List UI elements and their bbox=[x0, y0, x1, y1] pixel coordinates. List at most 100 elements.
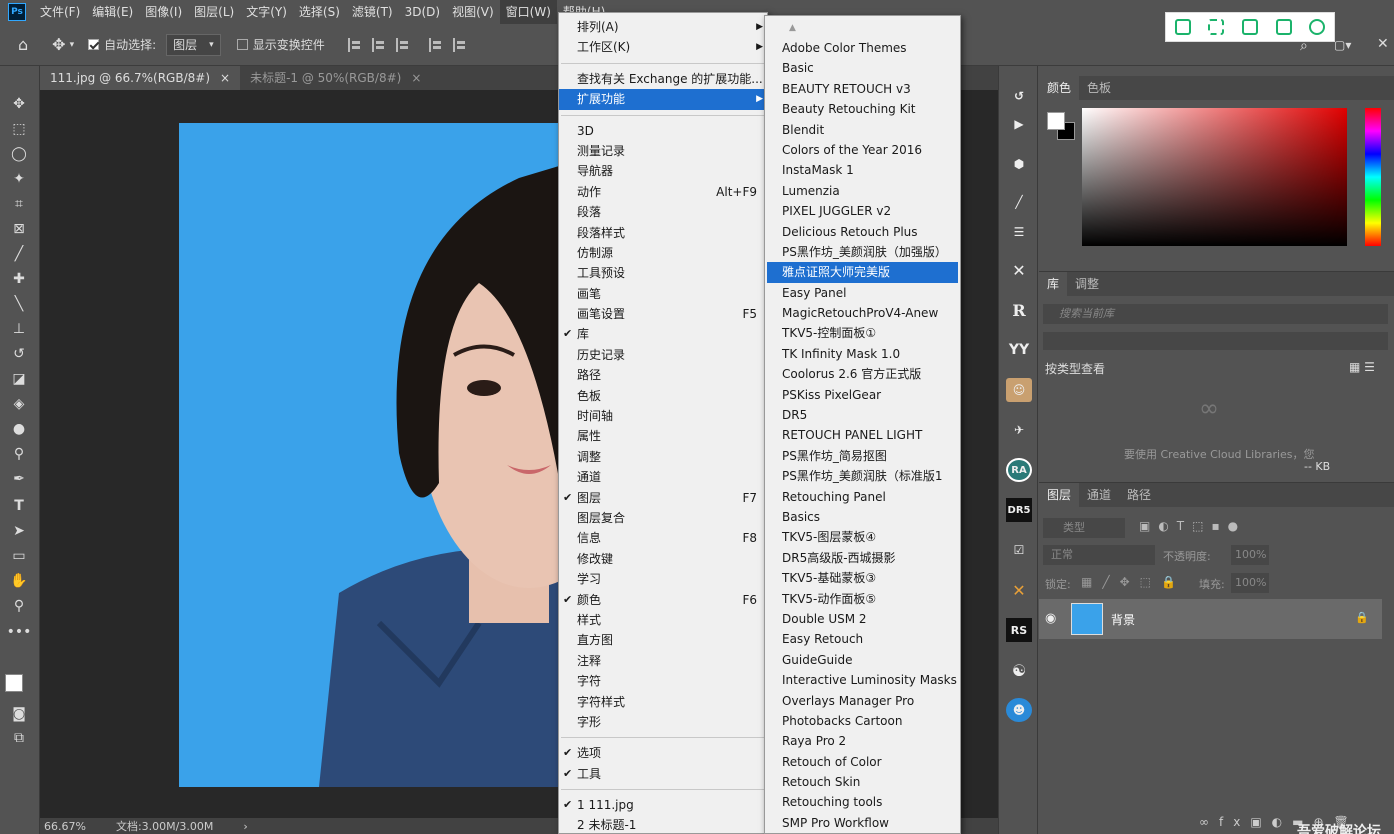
view-by-type[interactable]: 按类型查看 bbox=[1045, 360, 1105, 377]
extension-menu-item[interactable]: Basic bbox=[765, 58, 960, 78]
menu-item-window-panel[interactable]: 工具预设 bbox=[559, 263, 767, 283]
menu-item-window-panel[interactable]: 段落 bbox=[559, 202, 767, 222]
extension-menu-item[interactable]: Interactive Luminosity Masks bbox=[765, 670, 960, 690]
type-tool-icon[interactable]: T bbox=[8, 496, 30, 516]
sliders-icon[interactable]: ☰ bbox=[1006, 220, 1032, 244]
dr5-extension-icon[interactable]: DR5 bbox=[1006, 498, 1032, 522]
extension-menu-item[interactable]: TKV5-动作面板⑤ bbox=[765, 589, 960, 609]
menu-edit[interactable]: 编辑(E) bbox=[86, 0, 139, 24]
window-close-icon[interactable]: ✕ bbox=[1377, 36, 1389, 52]
tab-111-jpg[interactable]: 111.jpg @ 66.7%(RGB/8#) × bbox=[40, 66, 241, 90]
menu-item-window-panel[interactable]: 画笔 bbox=[559, 284, 767, 304]
align-right-icon[interactable] bbox=[395, 37, 410, 52]
show-transform-checkbox[interactable]: 显示变换控件 bbox=[236, 34, 325, 56]
orange-cross-icon[interactable]: ✕ bbox=[1006, 578, 1032, 602]
extension-menu-item[interactable]: DR5 bbox=[765, 405, 960, 425]
close-icon[interactable]: × bbox=[220, 66, 230, 90]
library-search-input[interactable]: 搜索当前库 bbox=[1043, 304, 1388, 324]
chevron-right-icon[interactable]: › bbox=[243, 820, 247, 833]
menu-item-extensions[interactable]: 扩展功能 ▶ bbox=[559, 89, 767, 110]
yy-icon[interactable]: YY bbox=[1006, 338, 1032, 362]
menu-layer[interactable]: 图层(L) bbox=[188, 0, 240, 24]
cube-icon[interactable]: ⬢ bbox=[1006, 152, 1032, 176]
move-tool-icon[interactable]: ✥ bbox=[8, 94, 30, 114]
menu-item-tools[interactable]: ✔ 工具 bbox=[559, 764, 767, 784]
align-top-icon[interactable] bbox=[428, 37, 443, 52]
extension-menu-item[interactable]: PIXEL JUGGLER v2 bbox=[765, 201, 960, 221]
brush-settings-icon[interactable]: ╱ bbox=[1006, 190, 1032, 214]
layer-filter-icons[interactable]: ▣◐T⬚▪● bbox=[1139, 519, 1246, 533]
extension-menu-item[interactable]: Beauty Retouching Kit bbox=[765, 99, 960, 119]
align-middle-icon[interactable] bbox=[452, 37, 467, 52]
paint-bucket-icon[interactable]: ◈ bbox=[8, 394, 30, 414]
extension-menu-item[interactable]: Adobe Color Themes bbox=[765, 38, 960, 58]
extension-menu-item[interactable]: 雅点证照大师完美版 bbox=[767, 262, 958, 283]
path-select-icon[interactable]: ➤ bbox=[8, 521, 30, 541]
stamp-tool-icon[interactable]: ⊥ bbox=[8, 319, 30, 339]
menu-item-window-panel[interactable]: 注释 bbox=[559, 651, 767, 671]
tab-layers[interactable]: 图层 bbox=[1039, 483, 1080, 507]
menu-filter[interactable]: 滤镜(T) bbox=[346, 0, 399, 24]
extension-menu-item[interactable]: Retouch Skin bbox=[765, 772, 960, 792]
zoom-tool-icon[interactable]: ⚲ bbox=[8, 596, 30, 616]
extension-menu-item[interactable]: MagicRetouchProV4-Anew bbox=[765, 303, 960, 323]
move-tool-icon[interactable]: ✥ ▾ bbox=[52, 34, 74, 56]
menu-item-window-panel[interactable]: 信息 F8 bbox=[559, 528, 767, 548]
library-select[interactable] bbox=[1043, 332, 1388, 350]
extension-menu-item[interactable]: DR5高级版-西城摄影 bbox=[765, 548, 960, 568]
phone-icon[interactable] bbox=[1174, 19, 1191, 35]
fill-input[interactable]: 100% bbox=[1231, 573, 1269, 593]
gear-icon[interactable] bbox=[1309, 19, 1326, 35]
extension-menu-item[interactable]: Overlays Manager Pro bbox=[765, 691, 960, 711]
home-icon[interactable]: ⌂ bbox=[18, 34, 28, 56]
menu-item-window-panel[interactable]: 3D bbox=[559, 121, 767, 141]
marquee-tool-icon[interactable]: ⬚ bbox=[8, 119, 30, 139]
history-brush-icon[interactable]: ↺ bbox=[8, 344, 30, 364]
healing-brush-icon[interactable]: ✚ bbox=[8, 269, 30, 289]
tab-untitled-1[interactable]: 未标题-1 @ 50%(RGB/8#) × bbox=[240, 66, 432, 90]
menu-item-options[interactable]: ✔ 选项 bbox=[559, 743, 767, 763]
more-tools-icon[interactable]: ••• bbox=[7, 622, 32, 642]
menu-file[interactable]: 文件(F) bbox=[34, 0, 86, 24]
extension-menu-item[interactable]: SMP Pro Workflow bbox=[765, 813, 960, 833]
share-icon[interactable] bbox=[1275, 19, 1292, 35]
menu-item-window-panel[interactable]: ✔ 库 bbox=[559, 324, 767, 344]
layer-kind-filter[interactable]: 类型 bbox=[1043, 518, 1125, 538]
frame-tool-icon[interactable]: ⊠ bbox=[8, 219, 30, 239]
close-icon[interactable]: × bbox=[411, 66, 421, 90]
extension-menu-item[interactable]: TKV5-图层蒙板④ bbox=[765, 527, 960, 547]
menu-item-find-extensions[interactable]: 查找有关 Exchange 的扩展功能... bbox=[559, 69, 767, 89]
menu-select[interactable]: 选择(S) bbox=[293, 0, 346, 24]
menu-3d[interactable]: 3D(D) bbox=[399, 0, 446, 24]
menu-item-workspace[interactable]: 工作区(K) ▶ bbox=[559, 37, 767, 57]
menu-item-window-panel[interactable]: 导航器 bbox=[559, 161, 767, 181]
face-extension-icon[interactable]: ☻ bbox=[1006, 698, 1032, 722]
menu-item-window-panel[interactable]: 历史记录 bbox=[559, 345, 767, 365]
eyedropper-icon[interactable]: ╱ bbox=[8, 244, 30, 264]
fullscreen-icon[interactable] bbox=[1208, 19, 1225, 35]
menu-item-window-panel[interactable]: 画笔设置 F5 bbox=[559, 304, 767, 324]
extension-menu-item[interactable]: Retouching Panel bbox=[765, 487, 960, 507]
save-icon[interactable] bbox=[1241, 19, 1258, 35]
brush-tool-icon[interactable]: ╲ bbox=[8, 294, 30, 314]
layer-name[interactable]: 背景 bbox=[1111, 611, 1135, 628]
eraser-tool-icon[interactable]: ◪ bbox=[8, 369, 30, 389]
extension-menu-item[interactable]: PS黑作坊_简易抠图 bbox=[765, 446, 960, 466]
extension-menu-item[interactable]: TKV5-基础蒙板③ bbox=[765, 568, 960, 588]
menu-item-window-panel[interactable]: 字符 bbox=[559, 671, 767, 691]
layer-row-background[interactable]: ◉ 背景 🔒 bbox=[1039, 599, 1382, 639]
color-field[interactable] bbox=[1082, 108, 1347, 246]
tab-libraries[interactable]: 库 bbox=[1039, 272, 1068, 296]
menu-window[interactable]: 窗口(W) bbox=[499, 0, 557, 24]
blend-mode-select[interactable]: 正常 bbox=[1043, 545, 1155, 565]
crop-tool-icon[interactable]: ⌗ bbox=[8, 194, 30, 214]
menu-image[interactable]: 图像(I) bbox=[139, 0, 188, 24]
screen-mode-icon[interactable]: ⧉ bbox=[8, 728, 30, 748]
extension-menu-item[interactable]: Easy Panel bbox=[765, 283, 960, 303]
dodge-tool-icon[interactable]: ⚲ bbox=[8, 444, 30, 464]
rs-extension-icon[interactable]: RS bbox=[1006, 618, 1032, 642]
yin-yang-icon[interactable]: ☯ bbox=[1006, 658, 1032, 682]
menu-item-window-panel[interactable]: 字形 bbox=[559, 712, 767, 732]
menu-item-window-panel[interactable]: 测量记录 bbox=[559, 141, 767, 161]
extension-menu-item[interactable]: Delicious Retouch Plus bbox=[765, 222, 960, 242]
